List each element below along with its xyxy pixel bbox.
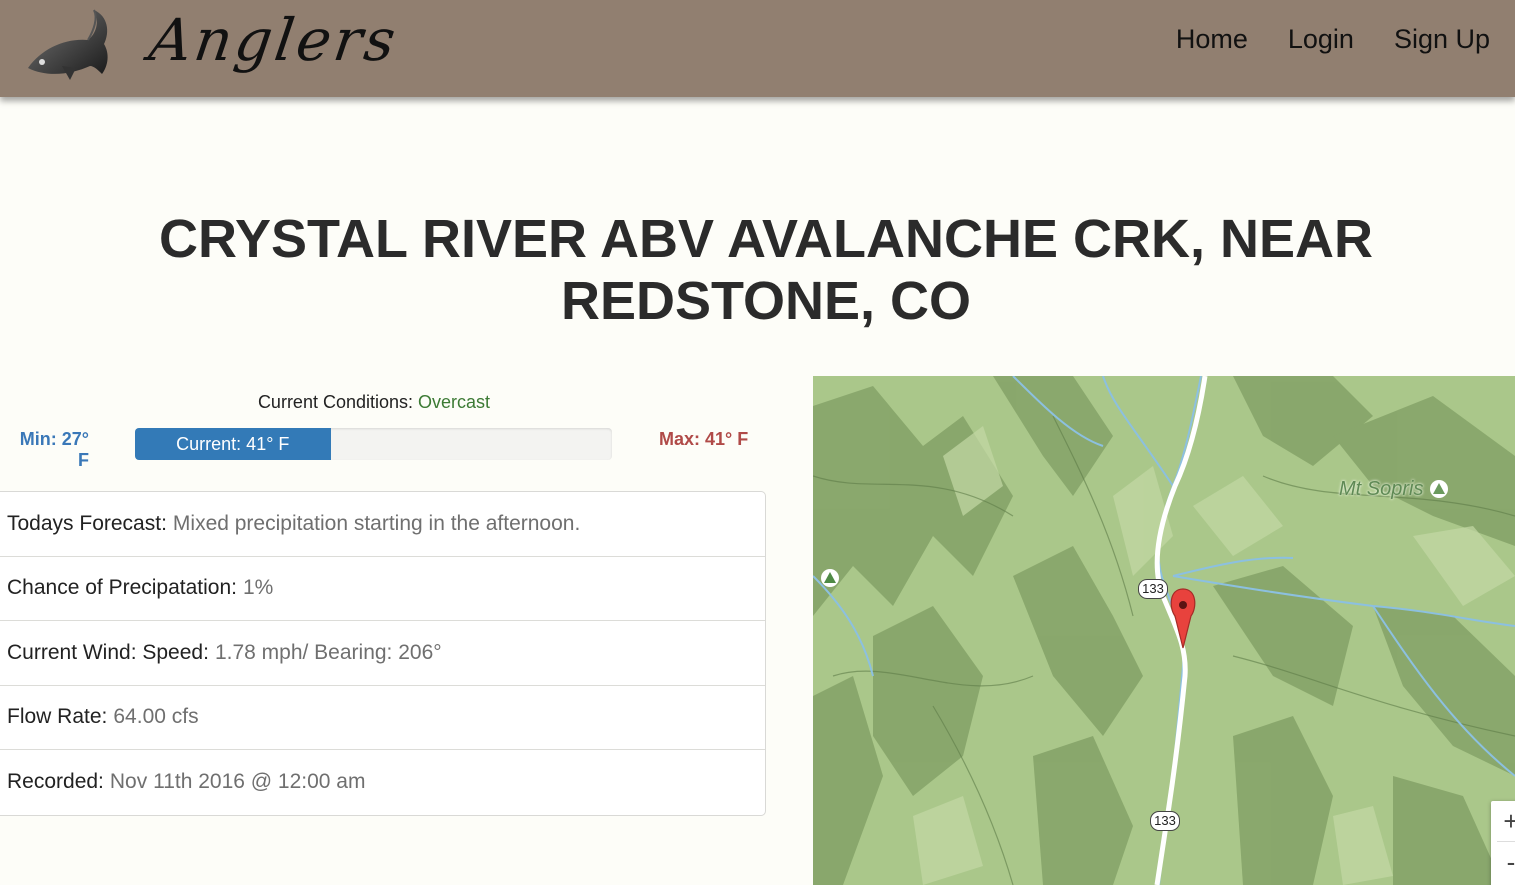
- navbar: Anglers Home Login Sign Up: [0, 0, 1515, 97]
- wind-value: 1.78 mph/ Bearing: 206°: [214, 640, 442, 664]
- recorded-value: Nov 11th 2016 @ 12:00 am: [109, 770, 366, 794]
- wind-item: Current Wind: Speed: 1.78 mph/ Bearing: …: [0, 621, 765, 686]
- precipitation-label: Chance of Precipatation:: [7, 576, 237, 600]
- forecast-label: Todays Forecast:: [7, 511, 167, 535]
- recorded-item: Recorded: Nov 11th 2016 @ 12:00 am: [0, 750, 765, 815]
- zoom-out-button[interactable]: -: [1491, 842, 1515, 882]
- forecast-item: Todays Forecast: Mixed precipitation sta…: [0, 492, 765, 557]
- temperature-progress: Current: 41° F: [135, 428, 612, 460]
- nav-login-link[interactable]: Login: [1288, 24, 1354, 55]
- conditions-value: Overcast: [418, 392, 491, 412]
- map-zoom-control: + -: [1491, 801, 1515, 885]
- current-conditions: Current Conditions: Overcast: [0, 392, 748, 413]
- flow-rate-item: Flow Rate: 64.00 cfs: [0, 686, 765, 750]
- brand-logo-link[interactable]: Anglers: [22, 4, 403, 92]
- terrain-map[interactable]: Mt Sopris 133 133 + -: [813, 376, 1515, 885]
- terrain-background: [813, 376, 1515, 885]
- precipitation-value: 1%: [242, 576, 274, 600]
- conditions-label: Current Conditions:: [257, 392, 414, 412]
- wind-label: Current Wind: Speed:: [7, 640, 209, 664]
- recorded-label: Recorded:: [7, 770, 104, 794]
- page-title: CRYSTAL RIVER ABV AVALANCHE CRK, NEAR RE…: [158, 209, 1374, 331]
- nav-home-link[interactable]: Home: [1176, 24, 1248, 55]
- precipitation-item: Chance of Precipatation: 1%: [0, 557, 765, 621]
- fish-icon: [28, 9, 108, 80]
- brand-name: Anglers: [145, 6, 403, 74]
- flow-rate-value: 64.00 cfs: [113, 705, 199, 729]
- details-list: Todays Forecast: Mixed precipitation sta…: [0, 491, 766, 816]
- current-temperature-bar: Current: 41° F: [135, 428, 331, 460]
- min-temperature: Min: 27° F: [19, 429, 89, 470]
- flow-rate-label: Flow Rate:: [7, 705, 108, 729]
- max-temperature: Max: 41° F: [659, 429, 749, 449]
- nav-links: Home Login Sign Up: [1176, 24, 1490, 55]
- road-shield-133-north: 133: [1138, 579, 1168, 599]
- road-shield-133-south: 133: [1150, 811, 1180, 831]
- zoom-in-button[interactable]: +: [1491, 801, 1515, 841]
- mt-sopris-label: Mt Sopris: [1339, 478, 1424, 500]
- nav-signup-link[interactable]: Sign Up: [1394, 24, 1490, 55]
- forecast-value: Mixed precipitation starting in the afte…: [172, 511, 581, 535]
